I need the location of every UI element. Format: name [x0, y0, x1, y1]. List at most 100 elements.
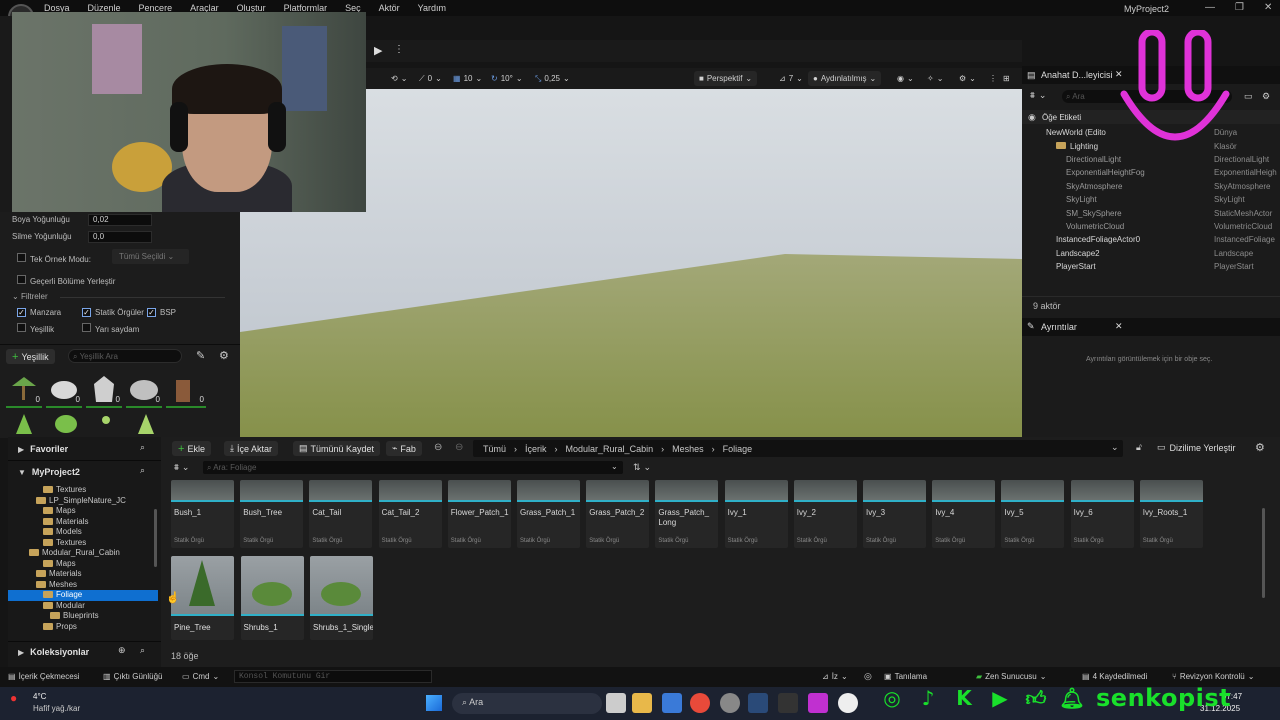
single-instance-dropdown[interactable]: Tümü Seçildi ⌄: [112, 249, 189, 264]
asset-tile[interactable]: Grass_Patch_1 Statik Örgü: [517, 480, 580, 548]
paint-density-field[interactable]: 0,02: [88, 214, 152, 226]
breadcrumb-meshes[interactable]: Meshes: [672, 444, 704, 454]
filter-bsp-checkbox[interactable]: ✓: [147, 308, 156, 317]
transform-mode-button[interactable]: ⟲ ⌄: [386, 71, 412, 86]
show-button[interactable]: ◉ ⌄: [892, 71, 919, 86]
asset-tile[interactable]: Shrubs_1_Single: [310, 556, 373, 640]
outliner-row[interactable]: SM_SkySphere StaticMeshActor: [1022, 206, 1280, 219]
asset-tile[interactable]: Grass_Patch_2 Statik Örgü: [586, 480, 650, 548]
filter-translucent-checkbox[interactable]: [82, 323, 91, 332]
filters-header[interactable]: ⌄ Filtreler: [12, 292, 48, 301]
angle-snap-button[interactable]: ↻ 10° ⌄: [486, 71, 528, 86]
collections-section[interactable]: ▶ Koleksiyonlar ⊕ ⌕: [8, 645, 161, 659]
folder-tree-item[interactable]: Foliage: [8, 590, 158, 601]
add-foliage-button[interactable]: + Yeşillik: [6, 349, 55, 364]
windows-start-icon[interactable]: [426, 695, 442, 711]
folder-tree-item[interactable]: Meshes: [8, 580, 158, 591]
folder-tree-item[interactable]: Modular: [8, 601, 158, 612]
asset-scrollbar[interactable]: [1262, 508, 1265, 598]
outliner-row[interactable]: SkyLight SkyLight: [1022, 193, 1280, 206]
filter-static-meshes-checkbox[interactable]: ✓: [82, 308, 91, 317]
weather-desc[interactable]: Hafif yağ./kar: [33, 704, 80, 713]
foliage-type-rock1[interactable]: 0: [46, 372, 82, 408]
cmd-button[interactable]: ▭ Cmd ⌄: [182, 672, 219, 681]
console-input[interactable]: Konsol Komutunu Gir: [234, 670, 432, 683]
settings-icon[interactable]: ⚙: [1262, 91, 1270, 102]
unsaved-button[interactable]: ▤ 4 Kaydedilmedi: [1082, 672, 1147, 681]
favorites-section[interactable]: ▶ Favoriler ⌕: [8, 442, 161, 456]
asset-tile[interactable]: Flower_Patch_1 Statik Örgü: [447, 480, 511, 548]
folder-tree-item[interactable]: Textures: [8, 485, 158, 496]
chevron-down-icon[interactable]: ⌄: [1111, 442, 1119, 453]
more-options-icon[interactable]: ⋮: [394, 44, 404, 55]
gear-icon[interactable]: ⚙: [1255, 441, 1265, 454]
folder-tree-item[interactable]: Materials: [8, 517, 158, 528]
viewport-settings-button[interactable]: ⚙ ⌄: [954, 71, 981, 86]
project-section[interactable]: ▼ MyProject2 ⌕: [8, 465, 161, 479]
foliage-type-stump[interactable]: 0: [166, 372, 206, 408]
outliner-row[interactable]: VolumetricCloud VolumetricCloud: [1022, 220, 1280, 233]
details-tab[interactable]: Ayrıntılar: [1041, 322, 1077, 332]
asset-tile[interactable]: Ivy_4 Statik Örgü: [932, 480, 996, 548]
gear-icon[interactable]: ⚙: [219, 349, 229, 362]
single-instance-checkbox[interactable]: [17, 253, 26, 262]
asset-tile[interactable]: Cat_Tail_2 Statik Örgü: [378, 480, 442, 548]
erase-density-field[interactable]: 0,0: [88, 231, 152, 243]
app-icon[interactable]: [720, 693, 740, 713]
outliner-row[interactable]: Landscape2 Landscape: [1022, 247, 1280, 260]
layout-button[interactable]: ⊞: [998, 71, 1015, 86]
asset-tile[interactable]: Ivy_2 Statik Örgü: [793, 480, 857, 548]
search-icon[interactable]: ⌕: [140, 442, 145, 453]
chrome-icon[interactable]: [690, 693, 710, 713]
paint-brush-icon[interactable]: ✎: [196, 349, 205, 362]
menu-actor[interactable]: Aktör: [379, 3, 400, 13]
dock-in-layout-button[interactable]: ▭ Dizilime Yerleştir: [1157, 442, 1236, 453]
folder-tree-item[interactable]: Modular_Rural_Cabin: [8, 548, 158, 559]
asset-tile[interactable]: Ivy_6 Statik Örgü: [1070, 480, 1134, 548]
filter-foliage-checkbox[interactable]: [17, 323, 26, 332]
search-icon[interactable]: ⌕: [140, 465, 145, 476]
asset-tile[interactable]: Shrubs_1: [240, 556, 304, 640]
asset-tile[interactable]: Grass_Patch_ Long Statik Örgü: [655, 480, 719, 548]
lit-mode-button[interactable]: ● Aydınlatılmış ⌄: [808, 71, 882, 86]
store-icon[interactable]: [662, 693, 682, 713]
asset-tile[interactable]: Ivy_5 Statik Örgü: [1001, 480, 1065, 548]
asset-tile[interactable]: Pine_Tree: [171, 556, 234, 640]
asset-tile[interactable]: Cat_Tail Statik Örgü: [309, 480, 373, 548]
lock-icon[interactable]: 🔓︎: [1136, 442, 1142, 453]
app-icon[interactable]: [808, 693, 828, 713]
asset-search-input[interactable]: ⌕ Ara: Foliage ⌄: [203, 461, 623, 474]
back-icon[interactable]: ⊖: [434, 442, 442, 453]
add-collection-icon[interactable]: ⊕: [118, 645, 126, 656]
maximize-icon[interactable]: ❐: [1235, 2, 1244, 13]
zen-server-button[interactable]: ▰ Zen Sunucusu ⌄: [976, 672, 1046, 681]
outliner-filter-button[interactable]: ⩩ ⌄: [1030, 90, 1046, 101]
asset-tile[interactable]: Bush_1 Statik Örgü: [171, 480, 234, 548]
folder-add-icon[interactable]: ▭: [1244, 91, 1253, 102]
place-current-level-checkbox[interactable]: [17, 275, 26, 284]
play-icon[interactable]: ▶: [374, 44, 382, 57]
outliner-row[interactable]: ExponentialHeightFog ExponentialHeigh: [1022, 166, 1280, 179]
unreal-taskbar-icon[interactable]: [838, 693, 858, 713]
asset-tile[interactable]: Ivy_Roots_1 Statik Örgü: [1139, 480, 1203, 548]
revision-control-button[interactable]: ⑂ Revizyon Kontrolü ⌄: [1172, 672, 1254, 681]
content-drawer-button[interactable]: ▤ İçerik Çekmecesi: [8, 672, 79, 681]
folder-tree-item[interactable]: Blueprints: [8, 611, 158, 622]
scale-snap-button[interactable]: ⤡ 0,25 ⌄: [530, 71, 575, 86]
folder-tree-item[interactable]: Maps: [8, 559, 158, 570]
foliage-search-input[interactable]: ⌕ Yeşillik Ara: [68, 349, 182, 363]
asset-tile[interactable]: Ivy_3 Statik Örgü: [863, 480, 926, 548]
item-label-column[interactable]: Öğe Etiketi: [1042, 113, 1081, 122]
tree-scrollbar[interactable]: [154, 509, 157, 567]
perspective-button[interactable]: ■ Perspektif ⌄: [694, 71, 758, 86]
close-icon[interactable]: ✕: [1115, 321, 1123, 332]
outliner-row[interactable]: SkyAtmosphere SkyAtmosphere: [1022, 180, 1280, 193]
realtime-button[interactable]: ✧ ⌄: [922, 71, 948, 86]
epic-games-icon[interactable]: [778, 693, 798, 713]
breadcrumb-all[interactable]: Tümü: [483, 444, 506, 454]
folder-tree-item[interactable]: Props: [8, 622, 158, 633]
folder-tree-item[interactable]: Materials: [8, 569, 158, 580]
asset-tile[interactable]: Ivy_1 Statik Örgü: [724, 480, 788, 548]
folder-tree-item[interactable]: Textures: [8, 538, 158, 549]
rotation-snap-button[interactable]: ⟋ 0 ⌄: [414, 71, 447, 86]
